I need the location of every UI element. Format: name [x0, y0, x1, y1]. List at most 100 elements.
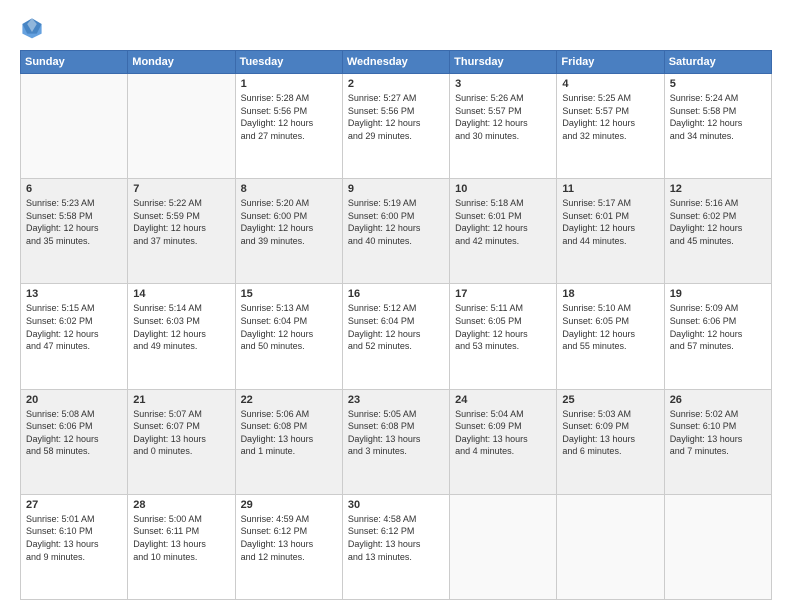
calendar-cell: 20 Sunrise: 5:08 AM Sunset: 6:06 PM Dayli…	[21, 389, 128, 494]
calendar-cell: 5 Sunrise: 5:24 AM Sunset: 5:58 PM Daylig…	[664, 74, 771, 179]
header-tuesday: Tuesday	[235, 51, 342, 74]
calendar-cell	[450, 494, 557, 599]
header-wednesday: Wednesday	[342, 51, 449, 74]
day-info: Sunrise: 5:00 AM Sunset: 6:11 PM Dayligh…	[133, 513, 229, 563]
day-info: Sunrise: 5:11 AM Sunset: 6:05 PM Dayligh…	[455, 302, 551, 352]
day-number: 8	[241, 183, 337, 195]
calendar-cell: 22 Sunrise: 5:06 AM Sunset: 6:08 PM Dayli…	[235, 389, 342, 494]
header-monday: Monday	[128, 51, 235, 74]
day-info: Sunrise: 4:58 AM Sunset: 6:12 PM Dayligh…	[348, 513, 444, 563]
day-number: 19	[670, 288, 766, 300]
calendar-cell: 18 Sunrise: 5:10 AM Sunset: 6:05 PM Dayli…	[557, 284, 664, 389]
day-number: 16	[348, 288, 444, 300]
day-info: Sunrise: 5:23 AM Sunset: 5:58 PM Dayligh…	[26, 197, 122, 247]
day-info: Sunrise: 5:02 AM Sunset: 6:10 PM Dayligh…	[670, 408, 766, 458]
day-info: Sunrise: 5:20 AM Sunset: 6:00 PM Dayligh…	[241, 197, 337, 247]
header-friday: Friday	[557, 51, 664, 74]
calendar-cell	[557, 494, 664, 599]
day-number: 1	[241, 78, 337, 90]
calendar-week-row: 13 Sunrise: 5:15 AM Sunset: 6:02 PM Dayli…	[21, 284, 772, 389]
logo-icon	[20, 16, 44, 40]
day-info: Sunrise: 5:28 AM Sunset: 5:56 PM Dayligh…	[241, 92, 337, 142]
calendar-cell: 30 Sunrise: 4:58 AM Sunset: 6:12 PM Dayli…	[342, 494, 449, 599]
day-info: Sunrise: 5:19 AM Sunset: 6:00 PM Dayligh…	[348, 197, 444, 247]
calendar-week-row: 1 Sunrise: 5:28 AM Sunset: 5:56 PM Daylig…	[21, 74, 772, 179]
day-info: Sunrise: 5:26 AM Sunset: 5:57 PM Dayligh…	[455, 92, 551, 142]
header-thursday: Thursday	[450, 51, 557, 74]
day-number: 11	[562, 183, 658, 195]
day-number: 6	[26, 183, 122, 195]
day-number: 30	[348, 499, 444, 511]
day-info: Sunrise: 5:27 AM Sunset: 5:56 PM Dayligh…	[348, 92, 444, 142]
day-info: Sunrise: 5:10 AM Sunset: 6:05 PM Dayligh…	[562, 302, 658, 352]
page: SundayMondayTuesdayWednesdayThursdayFrid…	[0, 0, 792, 612]
calendar-cell: 10Sunrise: 5:18 AM Sunset: 6:01 PM Dayli…	[450, 179, 557, 284]
calendar-week-row: 27 Sunrise: 5:01 AM Sunset: 6:10 PM Dayli…	[21, 494, 772, 599]
day-number: 25	[562, 394, 658, 406]
calendar-cell: 11 Sunrise: 5:17 AM Sunset: 6:01 PM Dayli…	[557, 179, 664, 284]
day-info: Sunrise: 5:13 AM Sunset: 6:04 PM Dayligh…	[241, 302, 337, 352]
day-number: 27	[26, 499, 122, 511]
calendar-cell: 4 Sunrise: 5:25 AM Sunset: 5:57 PM Daylig…	[557, 74, 664, 179]
calendar-cell: 2Sunrise: 5:27 AM Sunset: 5:56 PM Daylig…	[342, 74, 449, 179]
calendar-cell: 23 Sunrise: 5:05 AM Sunset: 6:08 PM Dayli…	[342, 389, 449, 494]
day-number: 12	[670, 183, 766, 195]
day-info: Sunrise: 5:17 AM Sunset: 6:01 PM Dayligh…	[562, 197, 658, 247]
calendar-cell: 6 Sunrise: 5:23 AM Sunset: 5:58 PM Daylig…	[21, 179, 128, 284]
day-number: 10	[455, 183, 551, 195]
calendar-cell: 21Sunrise: 5:07 AM Sunset: 6:07 PM Dayli…	[128, 389, 235, 494]
calendar-cell: 16 Sunrise: 5:12 AM Sunset: 6:04 PM Dayli…	[342, 284, 449, 389]
calendar-cell: 19 Sunrise: 5:09 AM Sunset: 6:06 PM Dayli…	[664, 284, 771, 389]
calendar-cell	[128, 74, 235, 179]
day-number: 22	[241, 394, 337, 406]
day-info: Sunrise: 5:05 AM Sunset: 6:08 PM Dayligh…	[348, 408, 444, 458]
day-number: 29	[241, 499, 337, 511]
header-saturday: Saturday	[664, 51, 771, 74]
calendar-cell: 3 Sunrise: 5:26 AM Sunset: 5:57 PM Daylig…	[450, 74, 557, 179]
day-number: 5	[670, 78, 766, 90]
calendar-cell: 29 Sunrise: 4:59 AM Sunset: 6:12 PM Dayli…	[235, 494, 342, 599]
day-number: 20	[26, 394, 122, 406]
calendar-cell: 27 Sunrise: 5:01 AM Sunset: 6:10 PM Dayli…	[21, 494, 128, 599]
day-info: Sunrise: 5:01 AM Sunset: 6:10 PM Dayligh…	[26, 513, 122, 563]
day-info: Sunrise: 5:06 AM Sunset: 6:08 PM Dayligh…	[241, 408, 337, 458]
calendar-cell: 26 Sunrise: 5:02 AM Sunset: 6:10 PM Dayli…	[664, 389, 771, 494]
day-number: 15	[241, 288, 337, 300]
day-info: Sunrise: 5:16 AM Sunset: 6:02 PM Dayligh…	[670, 197, 766, 247]
day-info: Sunrise: 5:03 AM Sunset: 6:09 PM Dayligh…	[562, 408, 658, 458]
day-info: Sunrise: 5:15 AM Sunset: 6:02 PM Dayligh…	[26, 302, 122, 352]
day-number: 3	[455, 78, 551, 90]
day-number: 23	[348, 394, 444, 406]
day-number: 9	[348, 183, 444, 195]
calendar-cell: 15 Sunrise: 5:13 AM Sunset: 6:04 PM Dayli…	[235, 284, 342, 389]
calendar-cell: 1 Sunrise: 5:28 AM Sunset: 5:56 PM Daylig…	[235, 74, 342, 179]
calendar-cell: 14 Sunrise: 5:14 AM Sunset: 6:03 PM Dayli…	[128, 284, 235, 389]
day-number: 13	[26, 288, 122, 300]
day-number: 14	[133, 288, 229, 300]
day-info: Sunrise: 5:14 AM Sunset: 6:03 PM Dayligh…	[133, 302, 229, 352]
calendar-table: SundayMondayTuesdayWednesdayThursdayFrid…	[20, 50, 772, 600]
day-info: Sunrise: 5:24 AM Sunset: 5:58 PM Dayligh…	[670, 92, 766, 142]
day-info: Sunrise: 5:08 AM Sunset: 6:06 PM Dayligh…	[26, 408, 122, 458]
calendar-cell: 28Sunrise: 5:00 AM Sunset: 6:11 PM Dayli…	[128, 494, 235, 599]
day-info: Sunrise: 5:25 AM Sunset: 5:57 PM Dayligh…	[562, 92, 658, 142]
calendar-cell: 9 Sunrise: 5:19 AM Sunset: 6:00 PM Daylig…	[342, 179, 449, 284]
day-number: 24	[455, 394, 551, 406]
header-sunday: Sunday	[21, 51, 128, 74]
day-info: Sunrise: 5:07 AM Sunset: 6:07 PM Dayligh…	[133, 408, 229, 458]
logo	[20, 16, 48, 40]
calendar-header-row: SundayMondayTuesdayWednesdayThursdayFrid…	[21, 51, 772, 74]
day-info: Sunrise: 5:04 AM Sunset: 6:09 PM Dayligh…	[455, 408, 551, 458]
calendar-cell	[21, 74, 128, 179]
day-number: 4	[562, 78, 658, 90]
day-number: 7	[133, 183, 229, 195]
calendar-cell	[664, 494, 771, 599]
day-number: 17	[455, 288, 551, 300]
day-info: Sunrise: 4:59 AM Sunset: 6:12 PM Dayligh…	[241, 513, 337, 563]
day-number: 18	[562, 288, 658, 300]
calendar-cell: 12 Sunrise: 5:16 AM Sunset: 6:02 PM Dayli…	[664, 179, 771, 284]
day-info: Sunrise: 5:09 AM Sunset: 6:06 PM Dayligh…	[670, 302, 766, 352]
calendar-cell: 7Sunrise: 5:22 AM Sunset: 5:59 PM Daylig…	[128, 179, 235, 284]
day-number: 26	[670, 394, 766, 406]
day-info: Sunrise: 5:12 AM Sunset: 6:04 PM Dayligh…	[348, 302, 444, 352]
